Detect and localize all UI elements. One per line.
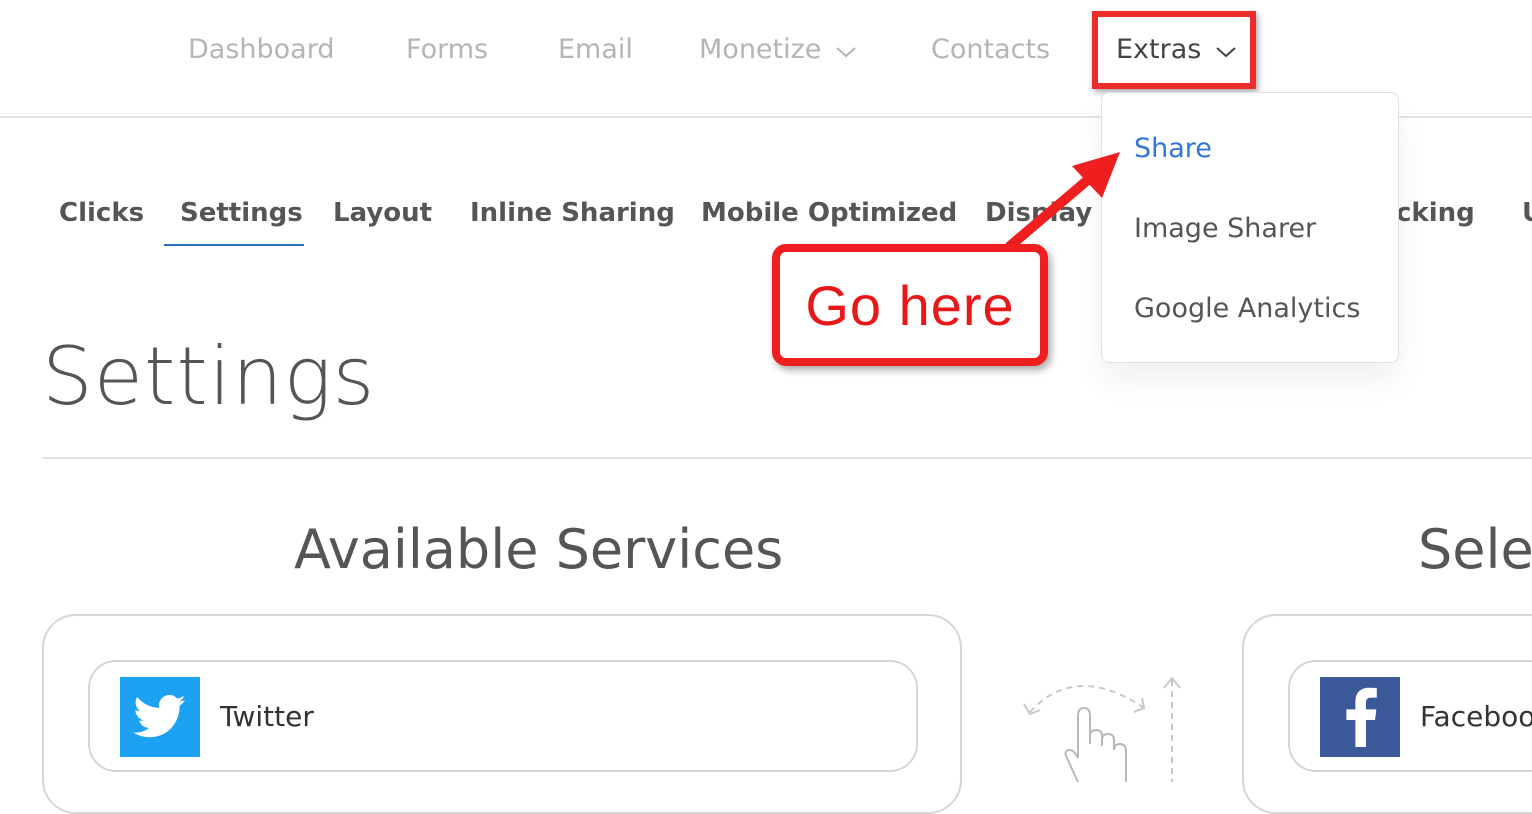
available-services-panel: Twitter [42,614,962,814]
selected-services-title: Selec [1418,518,1532,581]
service-label-facebook: Faceboo [1420,700,1532,733]
title-divider [42,457,1532,459]
service-label-twitter: Twitter [220,700,314,733]
facebook-icon [1320,677,1400,757]
page-title: Settings [42,330,376,423]
selected-services-panel: Faceboo [1242,614,1532,814]
drag-hand-icon [1023,676,1181,782]
available-services-title: Available Services [294,518,784,581]
twitter-icon [120,677,200,757]
go-here-callout: Go here [772,244,1048,366]
service-item-facebook[interactable]: Faceboo [1288,660,1532,772]
service-item-twitter[interactable]: Twitter [88,660,918,772]
